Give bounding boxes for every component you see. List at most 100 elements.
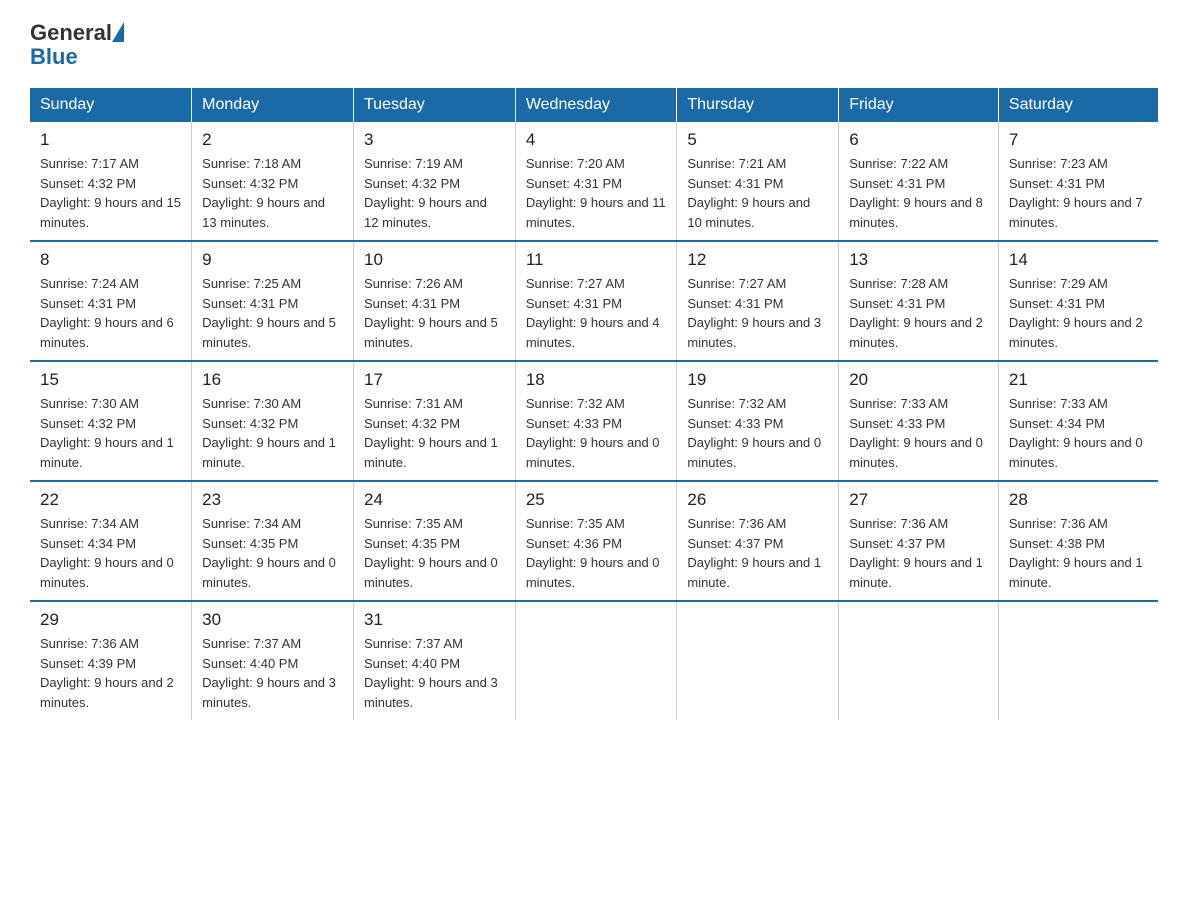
day-info: Sunrise: 7:36 AMSunset: 4:39 PMDaylight:…	[40, 634, 181, 712]
calendar-cell: 8 Sunrise: 7:24 AMSunset: 4:31 PMDayligh…	[30, 241, 192, 361]
day-number: 25	[526, 490, 667, 510]
day-number: 4	[526, 130, 667, 150]
calendar-cell: 28 Sunrise: 7:36 AMSunset: 4:38 PMDaylig…	[998, 481, 1158, 601]
calendar-cell: 3 Sunrise: 7:19 AMSunset: 4:32 PMDayligh…	[354, 122, 516, 241]
logo-general-text: General	[30, 20, 112, 46]
calendar-cell: 14 Sunrise: 7:29 AMSunset: 4:31 PMDaylig…	[998, 241, 1158, 361]
day-number: 3	[364, 130, 505, 150]
day-number: 27	[849, 490, 988, 510]
calendar-cell: 21 Sunrise: 7:33 AMSunset: 4:34 PMDaylig…	[998, 361, 1158, 481]
calendar-cell: 17 Sunrise: 7:31 AMSunset: 4:32 PMDaylig…	[354, 361, 516, 481]
calendar-cell: 26 Sunrise: 7:36 AMSunset: 4:37 PMDaylig…	[677, 481, 839, 601]
calendar-cell	[515, 601, 677, 720]
calendar-cell: 31 Sunrise: 7:37 AMSunset: 4:40 PMDaylig…	[354, 601, 516, 720]
calendar-cell: 12 Sunrise: 7:27 AMSunset: 4:31 PMDaylig…	[677, 241, 839, 361]
calendar-cell: 1 Sunrise: 7:17 AMSunset: 4:32 PMDayligh…	[30, 122, 192, 241]
calendar-cell: 19 Sunrise: 7:32 AMSunset: 4:33 PMDaylig…	[677, 361, 839, 481]
day-info: Sunrise: 7:30 AMSunset: 4:32 PMDaylight:…	[202, 394, 343, 472]
calendar-week-row: 8 Sunrise: 7:24 AMSunset: 4:31 PMDayligh…	[30, 241, 1158, 361]
calendar-cell: 23 Sunrise: 7:34 AMSunset: 4:35 PMDaylig…	[192, 481, 354, 601]
calendar-cell: 4 Sunrise: 7:20 AMSunset: 4:31 PMDayligh…	[515, 122, 677, 241]
calendar-week-row: 15 Sunrise: 7:30 AMSunset: 4:32 PMDaylig…	[30, 361, 1158, 481]
day-info: Sunrise: 7:26 AMSunset: 4:31 PMDaylight:…	[364, 274, 505, 352]
calendar-cell: 7 Sunrise: 7:23 AMSunset: 4:31 PMDayligh…	[998, 122, 1158, 241]
day-info: Sunrise: 7:28 AMSunset: 4:31 PMDaylight:…	[849, 274, 988, 352]
logo-triangle-icon	[112, 22, 124, 42]
day-info: Sunrise: 7:37 AMSunset: 4:40 PMDaylight:…	[202, 634, 343, 712]
day-number: 16	[202, 370, 343, 390]
logo: General Blue	[30, 20, 124, 68]
day-info: Sunrise: 7:32 AMSunset: 4:33 PMDaylight:…	[526, 394, 667, 472]
day-number: 9	[202, 250, 343, 270]
calendar-cell: 5 Sunrise: 7:21 AMSunset: 4:31 PMDayligh…	[677, 122, 839, 241]
day-number: 19	[687, 370, 828, 390]
day-info: Sunrise: 7:34 AMSunset: 4:34 PMDaylight:…	[40, 514, 181, 592]
weekday-header-wednesday: Wednesday	[515, 88, 677, 122]
weekday-header-monday: Monday	[192, 88, 354, 122]
day-info: Sunrise: 7:34 AMSunset: 4:35 PMDaylight:…	[202, 514, 343, 592]
day-number: 1	[40, 130, 181, 150]
day-info: Sunrise: 7:31 AMSunset: 4:32 PMDaylight:…	[364, 394, 505, 472]
day-info: Sunrise: 7:24 AMSunset: 4:31 PMDaylight:…	[40, 274, 181, 352]
calendar-week-row: 22 Sunrise: 7:34 AMSunset: 4:34 PMDaylig…	[30, 481, 1158, 601]
calendar-cell: 22 Sunrise: 7:34 AMSunset: 4:34 PMDaylig…	[30, 481, 192, 601]
day-number: 12	[687, 250, 828, 270]
day-number: 26	[687, 490, 828, 510]
logo-blue-text: Blue	[30, 46, 78, 68]
day-info: Sunrise: 7:23 AMSunset: 4:31 PMDaylight:…	[1009, 154, 1148, 232]
day-number: 14	[1009, 250, 1148, 270]
calendar-cell: 30 Sunrise: 7:37 AMSunset: 4:40 PMDaylig…	[192, 601, 354, 720]
calendar-week-row: 29 Sunrise: 7:36 AMSunset: 4:39 PMDaylig…	[30, 601, 1158, 720]
calendar-cell: 9 Sunrise: 7:25 AMSunset: 4:31 PMDayligh…	[192, 241, 354, 361]
day-info: Sunrise: 7:27 AMSunset: 4:31 PMDaylight:…	[687, 274, 828, 352]
calendar-cell: 27 Sunrise: 7:36 AMSunset: 4:37 PMDaylig…	[839, 481, 999, 601]
day-info: Sunrise: 7:35 AMSunset: 4:35 PMDaylight:…	[364, 514, 505, 592]
day-number: 17	[364, 370, 505, 390]
weekday-header-sunday: Sunday	[30, 88, 192, 122]
weekday-header-row: SundayMondayTuesdayWednesdayThursdayFrid…	[30, 88, 1158, 122]
day-info: Sunrise: 7:19 AMSunset: 4:32 PMDaylight:…	[364, 154, 505, 232]
calendar-cell: 24 Sunrise: 7:35 AMSunset: 4:35 PMDaylig…	[354, 481, 516, 601]
day-info: Sunrise: 7:35 AMSunset: 4:36 PMDaylight:…	[526, 514, 667, 592]
calendar-cell: 29 Sunrise: 7:36 AMSunset: 4:39 PMDaylig…	[30, 601, 192, 720]
day-number: 20	[849, 370, 988, 390]
day-number: 11	[526, 250, 667, 270]
day-info: Sunrise: 7:32 AMSunset: 4:33 PMDaylight:…	[687, 394, 828, 472]
calendar-cell: 25 Sunrise: 7:35 AMSunset: 4:36 PMDaylig…	[515, 481, 677, 601]
day-number: 31	[364, 610, 505, 630]
day-number: 22	[40, 490, 181, 510]
day-number: 2	[202, 130, 343, 150]
calendar-cell: 6 Sunrise: 7:22 AMSunset: 4:31 PMDayligh…	[839, 122, 999, 241]
calendar-cell: 2 Sunrise: 7:18 AMSunset: 4:32 PMDayligh…	[192, 122, 354, 241]
day-info: Sunrise: 7:33 AMSunset: 4:34 PMDaylight:…	[1009, 394, 1148, 472]
calendar-cell: 16 Sunrise: 7:30 AMSunset: 4:32 PMDaylig…	[192, 361, 354, 481]
day-info: Sunrise: 7:22 AMSunset: 4:31 PMDaylight:…	[849, 154, 988, 232]
calendar-cell: 20 Sunrise: 7:33 AMSunset: 4:33 PMDaylig…	[839, 361, 999, 481]
day-number: 24	[364, 490, 505, 510]
day-info: Sunrise: 7:29 AMSunset: 4:31 PMDaylight:…	[1009, 274, 1148, 352]
day-number: 28	[1009, 490, 1148, 510]
day-number: 10	[364, 250, 505, 270]
day-info: Sunrise: 7:36 AMSunset: 4:37 PMDaylight:…	[849, 514, 988, 592]
day-number: 6	[849, 130, 988, 150]
weekday-header-friday: Friday	[839, 88, 999, 122]
weekday-header-thursday: Thursday	[677, 88, 839, 122]
calendar-cell: 10 Sunrise: 7:26 AMSunset: 4:31 PMDaylig…	[354, 241, 516, 361]
day-info: Sunrise: 7:25 AMSunset: 4:31 PMDaylight:…	[202, 274, 343, 352]
day-info: Sunrise: 7:37 AMSunset: 4:40 PMDaylight:…	[364, 634, 505, 712]
day-number: 21	[1009, 370, 1148, 390]
day-info: Sunrise: 7:33 AMSunset: 4:33 PMDaylight:…	[849, 394, 988, 472]
day-number: 18	[526, 370, 667, 390]
day-info: Sunrise: 7:21 AMSunset: 4:31 PMDaylight:…	[687, 154, 828, 232]
calendar-cell: 18 Sunrise: 7:32 AMSunset: 4:33 PMDaylig…	[515, 361, 677, 481]
calendar-week-row: 1 Sunrise: 7:17 AMSunset: 4:32 PMDayligh…	[30, 122, 1158, 241]
day-info: Sunrise: 7:20 AMSunset: 4:31 PMDaylight:…	[526, 154, 667, 232]
day-number: 23	[202, 490, 343, 510]
day-info: Sunrise: 7:27 AMSunset: 4:31 PMDaylight:…	[526, 274, 667, 352]
day-number: 13	[849, 250, 988, 270]
page-header: General Blue	[30, 20, 1158, 68]
day-info: Sunrise: 7:30 AMSunset: 4:32 PMDaylight:…	[40, 394, 181, 472]
day-info: Sunrise: 7:17 AMSunset: 4:32 PMDaylight:…	[40, 154, 181, 232]
calendar-cell: 15 Sunrise: 7:30 AMSunset: 4:32 PMDaylig…	[30, 361, 192, 481]
day-number: 5	[687, 130, 828, 150]
